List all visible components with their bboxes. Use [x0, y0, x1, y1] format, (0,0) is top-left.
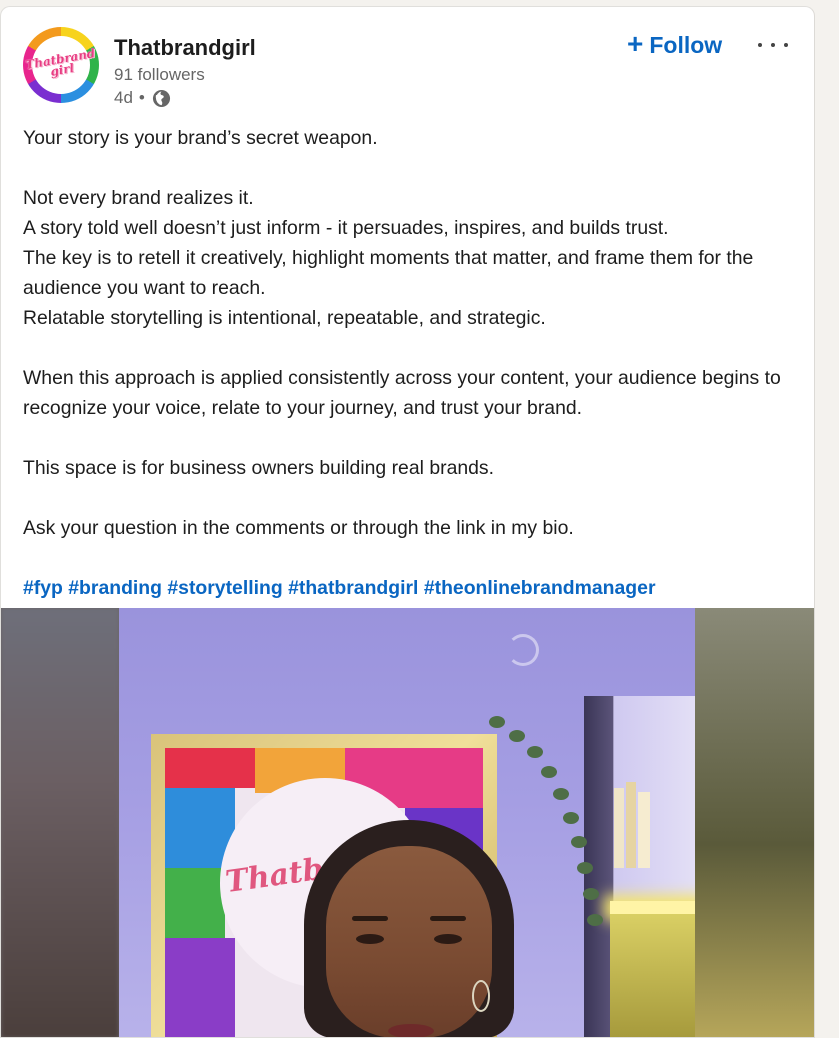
video-blur-right	[695, 608, 814, 1037]
post-line: Not every brand realizes it.	[23, 187, 254, 209]
follow-button[interactable]: + Follow	[627, 29, 722, 61]
plus-icon: +	[627, 28, 644, 59]
video-blur-left	[1, 608, 119, 1037]
post-time: 4d	[114, 88, 133, 107]
follower-count: 91 followers	[114, 65, 205, 84]
author-name[interactable]: Thatbrandgirl	[114, 35, 256, 61]
hashtag-link[interactable]: #theonlinebrandmanager	[424, 577, 656, 599]
wall-decor	[507, 634, 539, 666]
post-line: Relatable storytelling is intentional, r…	[23, 307, 546, 329]
post-line: Ask your question in the comments or thr…	[23, 517, 574, 539]
video-frame[interactable]: Thatbrand	[119, 608, 695, 1037]
more-options-icon[interactable]	[758, 33, 788, 57]
post-line: Your story is your brand’s secret weapon…	[23, 127, 378, 149]
post-video[interactable]: Thatbrand	[1, 608, 814, 1037]
hashtag-link[interactable]: #thatbrandgirl	[288, 577, 418, 599]
hashtag-link[interactable]: #storytelling	[167, 577, 282, 599]
feed-post-card: Thatbrand girl Thatbrandgirl 91 follower…	[0, 6, 815, 1038]
globe-icon	[152, 89, 170, 107]
meta-separator: •	[138, 88, 145, 107]
avatar-logo: Thatbrand girl	[23, 46, 96, 79]
post-line: A story told well doesn’t just inform - …	[23, 217, 669, 239]
speaker	[294, 820, 524, 1037]
post-line: This space is for business owners buildi…	[23, 457, 494, 479]
post-body: Your story is your brand’s secret weapon…	[23, 123, 803, 603]
post-line: When this approach is applied consistent…	[23, 367, 781, 419]
hashtag-link[interactable]: #fyp	[23, 577, 63, 599]
hashtag-link[interactable]: #branding	[68, 577, 162, 599]
post-meta: 4d •	[114, 88, 171, 108]
hashtag-list: #fyp #branding #storytelling #thatbrandg…	[23, 573, 803, 603]
follow-label: Follow	[649, 31, 723, 58]
post-line: The key is to retell it creatively, high…	[23, 247, 754, 299]
author-avatar[interactable]: Thatbrand girl	[23, 27, 99, 103]
